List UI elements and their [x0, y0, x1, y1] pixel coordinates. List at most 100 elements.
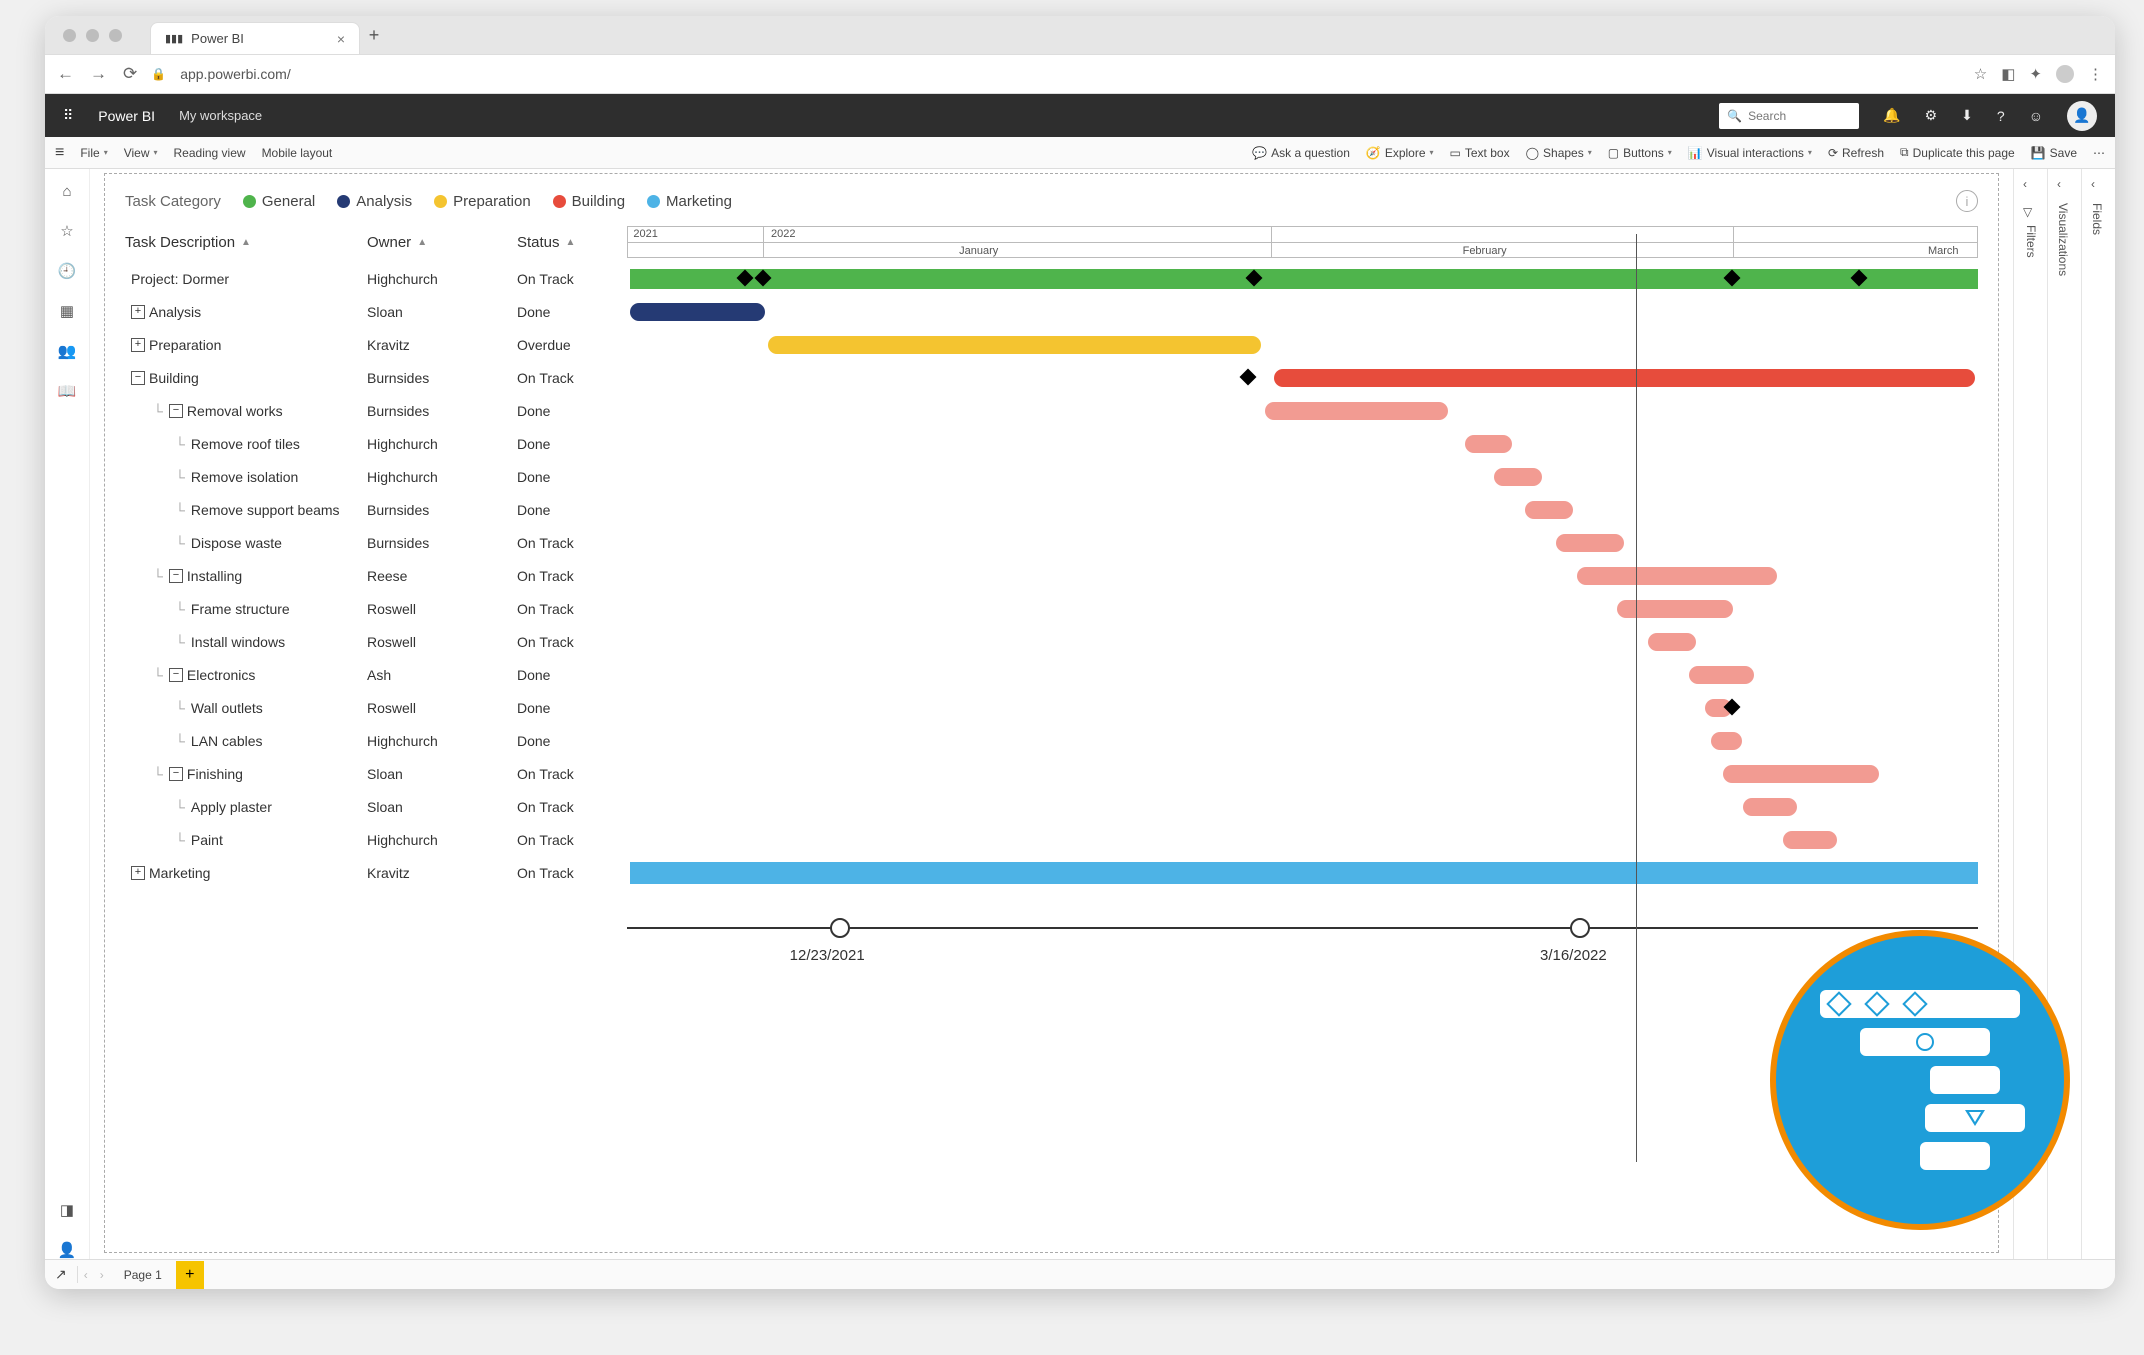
col-status[interactable]: Status▲: [517, 226, 627, 258]
workspace-name[interactable]: My workspace: [179, 108, 262, 123]
cast-icon[interactable]: ◧: [2001, 65, 2015, 83]
next-page-icon[interactable]: ›: [94, 1268, 110, 1282]
reading-view-button[interactable]: Reading view: [174, 146, 246, 160]
task-row[interactable]: └−ElectronicsAshDone: [125, 658, 1978, 691]
task-row[interactable]: └Dispose wasteBurnsidesOn Track: [125, 526, 1978, 559]
view-menu[interactable]: View▾: [124, 146, 158, 160]
url-text[interactable]: app.powerbi.com/: [180, 66, 1960, 82]
buttons-menu[interactable]: ▢Buttons▾: [1608, 146, 1672, 160]
milestone-icon[interactable]: [1240, 368, 1257, 385]
report-canvas[interactable]: Task Category GeneralAnalysisPreparation…: [104, 173, 1999, 1253]
forward-icon[interactable]: →: [90, 64, 107, 84]
col-owner[interactable]: Owner▲: [367, 226, 517, 258]
task-row[interactable]: +PreparationKravitzOverdue: [125, 328, 1978, 361]
task-row[interactable]: └PaintHighchurchOn Track: [125, 823, 1978, 856]
duplicate-page-button[interactable]: ⧉Duplicate this page: [1900, 145, 2015, 160]
slider-start-handle[interactable]: [830, 918, 850, 938]
task-row[interactable]: └Frame structureRoswellOn Track: [125, 592, 1978, 625]
gantt-bar[interactable]: [1265, 402, 1449, 420]
gantt-bar[interactable]: [768, 336, 1261, 354]
expand-icon[interactable]: +: [131, 305, 145, 319]
feedback-icon[interactable]: ☺: [2029, 108, 2043, 124]
product-name[interactable]: Power BI: [98, 108, 155, 124]
collapse-icon[interactable]: −: [169, 767, 183, 781]
gantt-bar[interactable]: [1617, 600, 1733, 618]
legend-item[interactable]: Preparation: [434, 193, 531, 210]
home-icon[interactable]: ⌂: [62, 183, 71, 200]
task-row[interactable]: └−InstallingReeseOn Track: [125, 559, 1978, 592]
legend-item[interactable]: Building: [553, 193, 625, 210]
date-slider[interactable]: 12/23/20213/16/2022: [627, 903, 1978, 983]
recent-icon[interactable]: 🕘: [58, 262, 77, 280]
add-page-button[interactable]: +: [176, 1261, 204, 1289]
gantt-bar[interactable]: [1723, 765, 1880, 783]
notifications-icon[interactable]: 🔔: [1883, 107, 1900, 124]
settings-icon[interactable]: ⚙: [1925, 107, 1938, 124]
task-row[interactable]: └−FinishingSloanOn Track: [125, 757, 1978, 790]
task-row[interactable]: +MarketingKravitzOn Track: [125, 856, 1978, 889]
task-row[interactable]: └Remove isolationHighchurchDone: [125, 460, 1978, 493]
gantt-bar[interactable]: [1783, 831, 1837, 849]
col-task-description[interactable]: Task Description▲: [125, 226, 367, 258]
info-icon[interactable]: i: [1956, 190, 1978, 212]
file-menu[interactable]: File▾: [80, 146, 107, 160]
gantt-bar[interactable]: [1494, 468, 1541, 486]
gantt-bar[interactable]: [1689, 666, 1754, 684]
task-row[interactable]: −BuildingBurnsidesOn Track: [125, 361, 1978, 394]
collapse-icon[interactable]: −: [131, 371, 145, 385]
popout-icon[interactable]: ↗: [45, 1266, 78, 1283]
shared-icon[interactable]: 👥: [58, 342, 77, 360]
gantt-bar[interactable]: [1525, 501, 1572, 519]
task-row[interactable]: └Remove support beamsBurnsidesDone: [125, 493, 1978, 526]
extensions-icon[interactable]: ✦: [2029, 65, 2042, 83]
gantt-bar[interactable]: [1711, 732, 1742, 750]
gantt-bar[interactable]: [1465, 435, 1512, 453]
expand-icon[interactable]: +: [131, 866, 145, 880]
gantt-bar[interactable]: [1648, 633, 1695, 651]
kebab-icon[interactable]: ⋮: [2088, 65, 2103, 83]
legend-item[interactable]: Marketing: [647, 193, 732, 210]
slider-end-handle[interactable]: [1570, 918, 1590, 938]
collapse-icon[interactable]: −: [169, 668, 183, 682]
task-row[interactable]: └LAN cablesHighchurchDone: [125, 724, 1978, 757]
task-row[interactable]: └−Removal worksBurnsidesDone: [125, 394, 1978, 427]
download-icon[interactable]: ⬇: [1961, 107, 1973, 124]
fields-panel[interactable]: ‹ Fields: [2081, 169, 2115, 1259]
task-row[interactable]: └Wall outletsRoswellDone: [125, 691, 1978, 724]
expand-icon[interactable]: +: [131, 338, 145, 352]
star-icon[interactable]: ☆: [1974, 65, 1987, 83]
favorites-icon[interactable]: ☆: [60, 222, 73, 240]
help-icon[interactable]: ?: [1997, 108, 2005, 124]
close-icon[interactable]: ×: [337, 31, 345, 47]
apps-icon[interactable]: ▦: [60, 302, 74, 320]
task-row[interactable]: └Apply plasterSloanOn Track: [125, 790, 1978, 823]
gantt-bar[interactable]: [1274, 369, 1975, 387]
workspace-icon[interactable]: ◨: [60, 1201, 74, 1219]
search-input[interactable]: 🔍 Search: [1719, 103, 1859, 129]
shapes-menu[interactable]: ◯Shapes▾: [1526, 146, 1592, 160]
gantt-bar[interactable]: [1577, 567, 1777, 585]
mobile-layout-button[interactable]: Mobile layout: [262, 146, 333, 160]
learn-icon[interactable]: 📖: [58, 382, 77, 400]
gantt-bar[interactable]: [1556, 534, 1624, 552]
ask-question-button[interactable]: 💬Ask a question: [1252, 146, 1350, 160]
reload-icon[interactable]: ⟳: [123, 64, 137, 84]
task-row[interactable]: └Remove roof tilesHighchurchDone: [125, 427, 1978, 460]
browser-tab[interactable]: ▮▮▮ Power BI ×: [150, 22, 360, 54]
user-avatar[interactable]: 👤: [2067, 101, 2097, 131]
back-icon[interactable]: ←: [57, 64, 74, 84]
new-tab-button[interactable]: +: [360, 25, 388, 46]
legend-item[interactable]: General: [243, 193, 315, 210]
text-box-button[interactable]: ▭Text box: [1450, 146, 1510, 160]
menu-icon[interactable]: ≡: [55, 144, 64, 162]
myworkspace-icon[interactable]: 👤: [58, 1241, 77, 1259]
gantt-bar[interactable]: [630, 269, 1978, 289]
task-row[interactable]: +AnalysisSloanDone: [125, 295, 1978, 328]
page-tab[interactable]: Page 1: [110, 1261, 176, 1289]
prev-page-icon[interactable]: ‹: [78, 1268, 94, 1282]
gantt-bar[interactable]: [630, 303, 765, 321]
visual-interactions-menu[interactable]: 📊Visual interactions▾: [1688, 146, 1812, 160]
collapse-icon[interactable]: −: [169, 569, 183, 583]
gantt-bar[interactable]: [630, 862, 1978, 884]
window-controls[interactable]: [45, 29, 122, 42]
